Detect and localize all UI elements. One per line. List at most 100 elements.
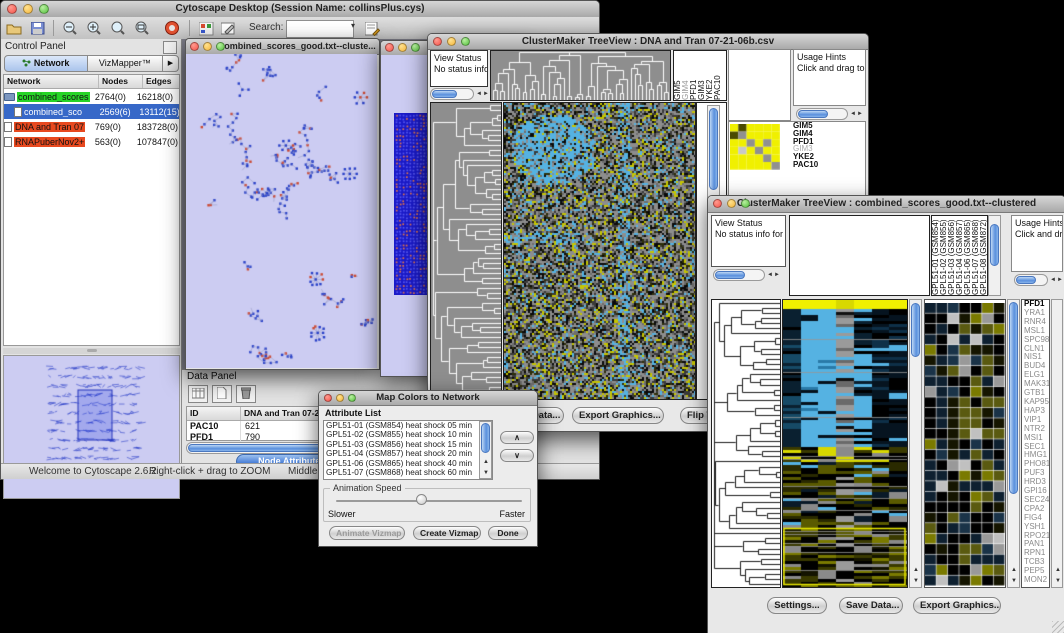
float-panel-icon[interactable]: [163, 41, 177, 54]
open-file-icon[interactable]: [5, 20, 23, 37]
network-canvas[interactable]: [186, 54, 377, 368]
attribute-list-item[interactable]: GPL51-01 (GSM854) heat shock 05 min: [324, 421, 492, 430]
move-up-button[interactable]: ∧: [500, 431, 534, 444]
attribute-list-item[interactable]: GPL51-06 (GSM865) heat shock 40 min: [324, 459, 492, 468]
zoom-selected-icon[interactable]: [109, 20, 127, 37]
zoom-button[interactable]: [39, 4, 49, 14]
close-button[interactable]: [7, 4, 17, 14]
treeview2-gene-tree[interactable]: [711, 299, 781, 588]
done-button[interactable]: Done: [488, 526, 528, 540]
treeview2-array-tree[interactable]: [789, 215, 930, 296]
new-attribute-icon[interactable]: [212, 385, 232, 403]
search-dropdown-icon[interactable]: ▾: [351, 21, 355, 30]
minimize-button[interactable]: [727, 199, 736, 208]
vizmapper-icon[interactable]: [197, 20, 215, 37]
export-graphics-button[interactable]: Export Graphics...: [913, 597, 1001, 614]
select-attributes-icon[interactable]: [188, 385, 208, 403]
scroll-down-icon[interactable]: ▼: [483, 468, 490, 478]
speed-slider-track[interactable]: [336, 500, 522, 502]
animate-vizmap-button[interactable]: Animate Vizmap: [329, 526, 405, 540]
zoom-button[interactable]: [216, 42, 225, 51]
treeview2-zoom-vscrollbar[interactable]: ▲ ▼: [1007, 299, 1020, 588]
network-table-row[interactable]: combined_scores2764(0)16218(0): [4, 89, 179, 104]
scroll-arrows-icon[interactable]: ◄►: [767, 270, 781, 280]
folder-icon: [4, 93, 15, 101]
scroll-down-icon[interactable]: ▼: [1011, 576, 1018, 586]
attribute-list-scrollbar[interactable]: ▲ ▼: [479, 421, 492, 479]
delete-attribute-icon[interactable]: [236, 385, 256, 403]
scroll-arrows-icon[interactable]: ◄►: [476, 89, 490, 99]
zoom-out-icon[interactable]: [61, 20, 79, 37]
scroll-arrows-icon[interactable]: ◄►: [850, 109, 864, 119]
network-table-row[interactable]: combined_sco2569(6)13112(15): [4, 104, 179, 119]
move-down-button[interactable]: ∨: [500, 449, 534, 462]
create-vizmap-button[interactable]: Create Vizmap: [413, 526, 481, 540]
close-button[interactable]: [433, 37, 442, 46]
zoom-button[interactable]: [741, 199, 750, 208]
close-button[interactable]: [385, 43, 394, 52]
export-graphics-button[interactable]: Export Graphics...: [572, 407, 664, 424]
treeview2-global-heatmap[interactable]: [782, 299, 908, 588]
main-titlebar[interactable]: Cytoscape Desktop (Session Name: collins…: [1, 1, 599, 18]
speed-slider-thumb[interactable]: [416, 494, 427, 505]
zoom-in-icon[interactable]: [85, 20, 103, 37]
tab-overflow-button[interactable]: ▶: [163, 55, 179, 72]
treeview2-title: ClusterMaker TreeView : combined_scores_…: [737, 198, 1036, 209]
scroll-up-icon[interactable]: ▲: [1011, 565, 1018, 575]
network-table-row[interactable]: DNA and Tran 07769(0)183728(0): [4, 119, 179, 134]
minimize-button[interactable]: [336, 394, 344, 402]
minimize-button[interactable]: [447, 37, 456, 46]
gene-label[interactable]: MON2: [1024, 576, 1049, 585]
minimize-button[interactable]: [23, 4, 33, 14]
save-icon[interactable]: [29, 20, 47, 37]
attribute-list-item[interactable]: GPL51-03 (GSM856) heat shock 15 min: [324, 440, 492, 449]
search-input[interactable]: [286, 20, 354, 38]
scroll-down-icon[interactable]: ▼: [1055, 576, 1062, 586]
panel-splitter[interactable]: [3, 348, 180, 354]
scroll-up-icon[interactable]: ▲: [1055, 565, 1062, 575]
zoom-button[interactable]: [461, 37, 470, 46]
treeview1-global-heatmap[interactable]: [503, 102, 696, 400]
treeview2-collabel-scrollbar[interactable]: [988, 215, 1002, 296]
close-button[interactable]: [190, 42, 199, 51]
minimize-button[interactable]: [398, 43, 407, 52]
treeview2-hints-scrollbar[interactable]: [1014, 274, 1048, 286]
zoom-fit-icon[interactable]: [133, 20, 151, 37]
row-label[interactable]: PAC10: [793, 161, 818, 169]
scroll-up-icon[interactable]: ▲: [913, 565, 920, 575]
help-lifering-icon[interactable]: [163, 20, 181, 37]
treeview2-zoom-view[interactable]: [924, 299, 1006, 588]
tab-vizmapper[interactable]: VizMapper™: [88, 55, 163, 72]
save-data-button[interactable]: Save Data...: [839, 597, 903, 614]
scroll-up-icon[interactable]: ▲: [483, 457, 490, 467]
treeview1-array-tree[interactable]: [490, 50, 671, 101]
report-icon[interactable]: [363, 20, 381, 37]
settings-button[interactable]: Settings...: [767, 597, 827, 614]
treeview2-status-scrollbar[interactable]: [713, 269, 765, 281]
minimize-button[interactable]: [203, 42, 212, 51]
animation-speed-group: Animation Speed Slower Faster: [323, 488, 531, 522]
treeview1-status-scrollbar[interactable]: [430, 88, 474, 100]
annotation-icon[interactable]: [219, 20, 237, 37]
zoom-button[interactable]: [348, 394, 356, 402]
attribute-list-item[interactable]: GPL51-04 (GSM857) heat shock 20 min: [324, 449, 492, 458]
attribute-list-item[interactable]: GPL51-02 (GSM855) heat shock 10 min: [324, 430, 492, 439]
close-button[interactable]: [713, 199, 722, 208]
network-table-header[interactable]: Network Nodes Edges: [4, 75, 179, 89]
network-table-row[interactable]: RNAPuberNov2+563(0)107847(0): [4, 134, 179, 149]
scroll-down-icon[interactable]: ▼: [913, 576, 920, 586]
column-label[interactable]: PAC10: [714, 51, 722, 100]
tab-network[interactable]: Network: [4, 55, 88, 72]
close-button[interactable]: [324, 394, 332, 402]
scroll-arrows-icon[interactable]: ◄►: [1050, 275, 1064, 285]
column-label[interactable]: GPL51-08 (GSM872): [980, 216, 988, 295]
attribute-list-item[interactable]: GPL51-07 (GSM868) heat shock 60 min: [324, 468, 492, 477]
treeview1-hints-scrollbar[interactable]: [796, 108, 848, 120]
treeview2-genelist-scrollbar[interactable]: ▲ ▼: [1051, 299, 1063, 588]
treeview1-gene-tree[interactable]: [430, 102, 502, 400]
treeview1-zoom-heatmap[interactable]: [730, 124, 780, 170]
resize-grip[interactable]: [1052, 621, 1064, 633]
treeview2-heatmap-vscrollbar[interactable]: ▲ ▼: [909, 299, 922, 588]
attribute-list[interactable]: GPL51-01 (GSM854) heat shock 05 minGPL51…: [323, 420, 493, 480]
zoom-button[interactable]: [411, 43, 420, 52]
